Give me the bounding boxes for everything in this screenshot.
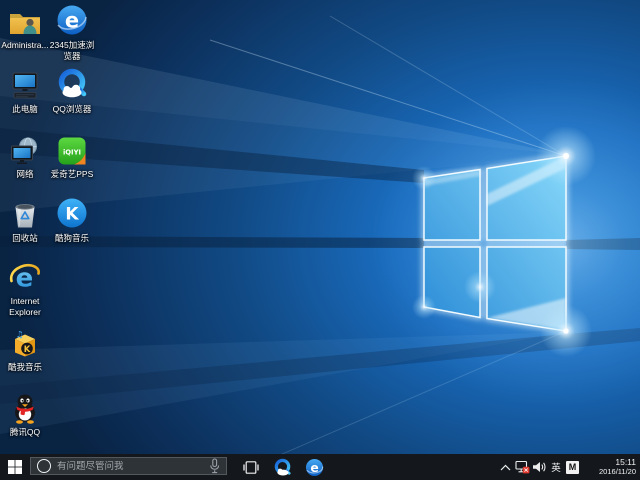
desktop-icon-recycle-bin[interactable]: 回收站 — [2, 199, 48, 244]
svg-text:×: × — [523, 466, 528, 474]
qq-browser-icon — [273, 458, 292, 477]
desktop-icon-network[interactable]: 网络 — [2, 135, 48, 180]
volume-button[interactable] — [531, 454, 548, 480]
taskbar-search-box[interactable] — [30, 457, 227, 475]
desktop-icon-qq-browser[interactable]: QQ浏览器 — [49, 70, 95, 115]
desktop-icon-label: 酷狗音乐 — [55, 233, 89, 244]
microphone-icon[interactable] — [209, 458, 220, 474]
network-icon — [8, 135, 42, 166]
kugou-music-icon: K — [55, 199, 89, 230]
desktop: Administra... 此电脑 — [0, 0, 640, 480]
desktop-icon-2345-browser[interactable]: e 2345加速浏 览器 — [49, 6, 95, 61]
recycle-bin-icon — [8, 199, 42, 230]
desktop-icon-internet-explorer[interactable]: e Internet Explorer — [2, 262, 48, 317]
start-button[interactable] — [0, 454, 30, 480]
chevron-up-icon — [500, 464, 511, 471]
desktop-icon-administrator[interactable]: Administra... — [2, 6, 48, 51]
desktop-icon-label: 2345加速浏 — [50, 40, 94, 51]
windows-logo-icon — [8, 460, 22, 474]
task-view-button[interactable] — [237, 454, 264, 480]
desktop-icon-label: 此电脑 — [12, 104, 38, 115]
wallpaper-windows-10-hero — [0, 0, 640, 480]
this-pc-icon — [8, 70, 42, 101]
desktop-icon-label-line2: 览器 — [63, 51, 80, 62]
desktop-icon-label: Internet — [11, 296, 40, 307]
cortana-circle-icon — [37, 459, 51, 473]
iqiyi-wordmark: iQIYI — [63, 149, 81, 157]
show-hidden-icons-button[interactable] — [497, 454, 514, 480]
kuwo-k-glyph: K — [24, 345, 31, 355]
desktop-icon-label: 酷我音乐 — [8, 362, 42, 373]
desktop-icon-iqiyi-pps[interactable]: iQIYI 爱奇艺PPS — [49, 135, 95, 180]
search-input[interactable] — [57, 461, 203, 472]
kuwo-music-icon: K ♫ — [8, 328, 42, 359]
qq-penguin-icon — [9, 393, 41, 424]
clock-date: 2016/11/20 — [584, 467, 636, 476]
music-note-glyph: ♫ — [15, 331, 23, 341]
task-view-icon — [243, 461, 259, 474]
desktop-icon-label: 回收站 — [12, 233, 38, 244]
network-status-button[interactable]: × — [514, 454, 531, 480]
taskbar-2345-browser-button[interactable]: e — [301, 454, 328, 480]
desktop-icon-kuwo-music[interactable]: K ♫ 酷我音乐 — [2, 328, 48, 373]
language-indicator[interactable]: 英 — [548, 454, 564, 480]
network-disconnected-icon: × — [515, 460, 530, 474]
ime-letter: M — [566, 461, 579, 474]
desktop-icon-label: 腾讯QQ — [10, 427, 40, 438]
desktop-icon-tencent-qq[interactable]: 腾讯QQ — [2, 393, 48, 438]
desktop-icon-label: 爱奇艺PPS — [51, 169, 94, 180]
qq-browser-icon — [55, 70, 89, 101]
desktop-icon-label: QQ浏览器 — [53, 104, 92, 115]
ime-indicator[interactable]: M — [564, 454, 581, 480]
2345-browser-icon: e — [55, 6, 89, 37]
desktop-icon-label-line2: Explorer — [9, 307, 41, 318]
system-tray: × 英 M 15:11 2016/11/20 — [497, 454, 640, 480]
iqiyi-icon: iQIYI — [57, 135, 87, 166]
desktop-icon-label: 网络 — [16, 169, 33, 180]
desktop-icon-kugou-music[interactable]: K 酷狗音乐 — [49, 199, 95, 244]
taskbar: e × — [0, 454, 640, 480]
user-folder-icon — [8, 6, 42, 37]
taskbar-qq-browser-button[interactable] — [269, 454, 296, 480]
internet-explorer-icon: e — [8, 262, 42, 293]
clock-time: 15:11 — [584, 458, 636, 467]
taskbar-clock[interactable]: 15:11 2016/11/20 — [584, 458, 636, 476]
speaker-icon — [532, 461, 547, 473]
desktop-icon-label: Administra... — [1, 40, 48, 51]
2345-browser-icon: e — [305, 458, 324, 477]
desktop-icon-this-pc[interactable]: 此电脑 — [2, 70, 48, 115]
kugou-k-glyph: K — [65, 205, 79, 225]
